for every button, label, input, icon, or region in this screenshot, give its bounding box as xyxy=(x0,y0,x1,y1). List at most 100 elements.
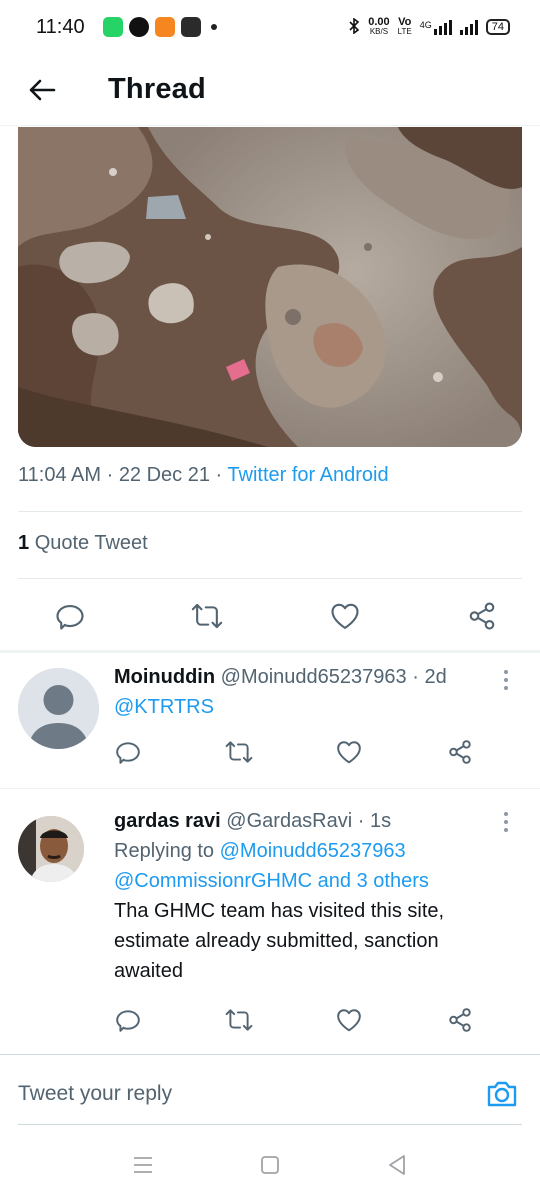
share-icon xyxy=(449,740,471,764)
reply-age-separator: · xyxy=(357,810,365,832)
bluetooth-icon xyxy=(348,16,360,37)
quote-label: Quote Tweet xyxy=(34,532,148,554)
reply-header: gardas ravi @GardasRavi · 1s xyxy=(114,806,510,836)
reply-actions xyxy=(108,1002,480,1038)
share-icon xyxy=(469,602,495,630)
like-button[interactable] xyxy=(329,1002,369,1038)
camera-button[interactable] xyxy=(484,1076,520,1112)
retweet-icon xyxy=(192,603,223,629)
reply-content: gardas ravi @GardasRavi · 1s Replying to… xyxy=(114,806,510,986)
quote-tweets-link[interactable]: 1 Quote Tweet xyxy=(18,532,148,555)
tweet-photo[interactable] xyxy=(18,127,522,447)
replying-to: Replying to @Moinudd65237963 xyxy=(114,836,510,866)
net-speed-unit: KB/S xyxy=(369,27,389,36)
replying-to-user-link[interactable]: @CommissionrGHMC xyxy=(114,870,312,892)
road-pothole-image xyxy=(18,127,522,447)
reply-icon xyxy=(116,742,140,764)
share-icon xyxy=(449,1008,471,1032)
net-speed-value: 0.00 xyxy=(368,16,390,28)
arrow-left-icon xyxy=(29,79,56,100)
avatar[interactable] xyxy=(18,816,84,882)
like-button[interactable] xyxy=(329,734,369,770)
status-bar: 11:40 0.00 KB/S Vo LTE 4G 74 xyxy=(0,0,540,54)
reply-tweet[interactable]: Moinuddin @Moinudd65237963 · 2d @KTRTRS xyxy=(0,652,540,786)
more-notifications-dot xyxy=(210,24,217,30)
like-button[interactable] xyxy=(323,594,367,638)
back-button[interactable] xyxy=(12,60,72,120)
composer-underline xyxy=(18,1124,522,1125)
signal-icon-2 xyxy=(459,19,478,35)
tweet-date: 22 Dec 21 xyxy=(118,464,210,486)
retweet-button[interactable] xyxy=(185,594,229,638)
reply-text: Tha GHMC team has visited this site, est… xyxy=(114,900,445,982)
status-time: 11:40 xyxy=(36,15,85,38)
reply-header: Moinuddin @Moinudd65237963 · 2d xyxy=(114,662,510,692)
retweet-button[interactable] xyxy=(219,734,259,770)
reply-icon xyxy=(56,604,84,630)
dot xyxy=(504,828,508,832)
replying-to-others: @CommissionrGHMC and 3 others xyxy=(114,866,510,896)
reply-actions xyxy=(108,734,480,770)
reply-age: 1s xyxy=(370,810,392,832)
divider xyxy=(0,788,540,789)
heart-icon xyxy=(337,741,362,764)
thread-header: Thread xyxy=(0,54,540,126)
reply-button[interactable] xyxy=(108,734,148,770)
dot xyxy=(504,678,508,682)
battery-indicator: 74 xyxy=(485,19,510,35)
tweet-actions xyxy=(48,594,504,638)
retweet-button[interactable] xyxy=(219,1002,259,1038)
reply-age-separator: · xyxy=(412,666,419,688)
shopping-app-icon xyxy=(154,17,175,37)
notification-app-icon xyxy=(102,17,123,37)
replying-to-others-link[interactable]: and 3 others xyxy=(318,870,429,892)
default-avatar-icon xyxy=(18,668,99,749)
network-speed: 0.00 KB/S xyxy=(368,17,389,37)
mention-link[interactable]: @KTRTRS xyxy=(114,692,510,722)
divider xyxy=(18,578,522,579)
recent-apps-button[interactable] xyxy=(119,1141,167,1189)
reply-button[interactable] xyxy=(108,1002,148,1038)
reply-button[interactable] xyxy=(48,594,92,638)
quote-count: 1 xyxy=(18,532,30,554)
share-button[interactable] xyxy=(440,734,480,770)
reply-author-name[interactable]: Moinuddin xyxy=(114,666,215,688)
replying-to-user-link[interactable]: @Moinudd65237963 xyxy=(220,840,406,862)
meta-separator: · xyxy=(106,464,119,486)
dot xyxy=(504,686,508,690)
more-options-button[interactable] xyxy=(496,666,516,694)
camera-icon xyxy=(487,1081,517,1107)
reply-input[interactable] xyxy=(18,1072,458,1116)
reply-author-handle[interactable]: @Moinudd65237963 xyxy=(221,666,407,688)
tweet-source-link[interactable]: Twitter for Android xyxy=(227,464,388,486)
reply-age: 2d xyxy=(424,666,447,688)
avatar[interactable] xyxy=(18,668,99,749)
myntra-icon xyxy=(180,17,201,37)
reply-icon xyxy=(116,1010,140,1032)
replying-to-label: Replying to xyxy=(114,840,215,862)
volte-indicator: Vo LTE xyxy=(398,17,412,37)
home-square-icon xyxy=(261,1156,279,1174)
volte-top: Vo xyxy=(398,16,412,28)
tweet-time: 11:04 AM xyxy=(18,464,102,486)
volte-bottom: LTE xyxy=(397,27,412,36)
menu-icon xyxy=(134,1157,153,1173)
dot xyxy=(504,820,508,824)
reply-author-name[interactable]: gardas ravi xyxy=(114,810,221,832)
signal-icon: 4G xyxy=(419,19,452,35)
user-photo-avatar xyxy=(18,816,84,882)
home-button[interactable] xyxy=(246,1141,294,1189)
heart-icon xyxy=(331,603,359,629)
more-options-button[interactable] xyxy=(496,808,516,836)
system-navigation-bar xyxy=(0,1130,540,1200)
heart-icon xyxy=(337,1009,362,1032)
tweet-meta: 11:04 AM · 22 Dec 21 · Twitter for Andro… xyxy=(18,464,389,487)
network-type: 4G xyxy=(419,19,432,30)
retweet-icon xyxy=(225,1009,253,1031)
share-button[interactable] xyxy=(460,594,504,638)
back-nav-button[interactable] xyxy=(373,1141,421,1189)
reply-author-handle[interactable]: @GardasRavi xyxy=(226,810,352,832)
reply-content: Moinuddin @Moinudd65237963 · 2d @KTRTRS xyxy=(114,662,510,722)
reply-tweet[interactable]: gardas ravi @GardasRavi · 1s Replying to… xyxy=(0,790,540,1052)
share-button[interactable] xyxy=(440,1002,480,1038)
